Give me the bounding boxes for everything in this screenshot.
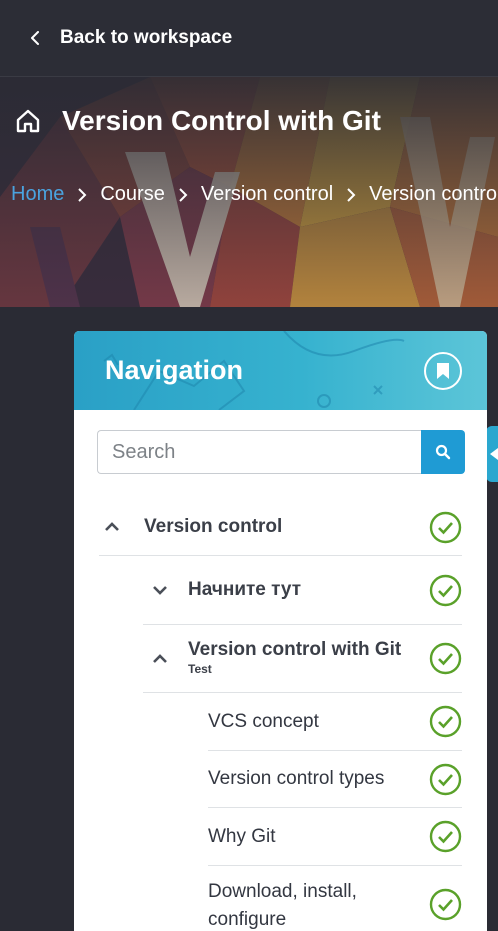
navigation-panel: Navigation Version control Начните тут V… (74, 331, 487, 931)
chevron-left-icon (31, 31, 39, 45)
nav-item-label: Начните тут (188, 579, 302, 600)
panel-collapse-tab[interactable] (486, 426, 498, 482)
search-input[interactable] (97, 430, 421, 474)
chevron-right-icon (347, 187, 356, 202)
bookmark-button[interactable] (424, 352, 462, 390)
search-button[interactable] (421, 430, 465, 474)
chevron-down-icon[interactable] (152, 585, 168, 597)
caret-left-icon (490, 448, 498, 460)
search-icon (435, 444, 451, 460)
nav-item-version-control[interactable]: Version control (99, 506, 462, 556)
back-to-workspace-link[interactable]: Back to workspace (60, 27, 232, 49)
nav-item-label: Version control with Git (188, 639, 402, 660)
completed-check-icon (429, 763, 462, 796)
nav-item-label: Download, install, configure (208, 881, 357, 930)
nav-item-why-git[interactable]: Why Git (208, 808, 462, 866)
chevron-up-icon[interactable] (152, 652, 168, 664)
navigation-header: Navigation (74, 331, 487, 410)
course-title: Version Control with Git (62, 105, 381, 136)
completed-check-icon (429, 642, 462, 675)
completed-check-icon (429, 574, 462, 607)
breadcrumb: Home Course Version control Version cont… (11, 183, 498, 206)
chevron-up-icon[interactable] (104, 520, 120, 532)
navigation-title: Navigation (105, 355, 244, 385)
home-icon[interactable] (14, 107, 42, 135)
nav-item-vcs-concept[interactable]: VCS concept (208, 693, 462, 751)
nav-item-version-control-types[interactable]: Version control types (208, 751, 462, 808)
breadcrumb-version-control[interactable]: Version control (201, 183, 333, 206)
nav-item-label: Version control (144, 516, 283, 537)
completed-check-icon (429, 511, 462, 544)
breadcrumb-course[interactable]: Course (100, 183, 164, 206)
nav-item-version-control-with-git[interactable]: Version control with Git Test (143, 625, 462, 693)
breadcrumb-current[interactable]: Version control (369, 183, 498, 206)
search-box (97, 430, 465, 474)
nav-item-label: VCS concept (208, 711, 319, 732)
breadcrumb-home[interactable]: Home (11, 183, 64, 206)
bookmark-icon (437, 363, 449, 379)
nav-item-label: Version control types (208, 768, 385, 789)
nav-item-label: Why Git (208, 826, 276, 847)
course-hero-banner: Version Control with Git Home Course Ver… (0, 77, 498, 307)
completed-check-icon (429, 705, 462, 738)
nav-item-start-here[interactable]: Начните тут (143, 556, 462, 625)
completed-check-icon (429, 888, 462, 921)
nav-item-subtitle: Test (188, 662, 212, 676)
nav-item-download-install-configure[interactable]: Download, install, configure (208, 866, 462, 931)
chevron-right-icon (179, 187, 188, 202)
completed-check-icon (429, 820, 462, 853)
back-to-workspace-bar[interactable]: Back to workspace (0, 0, 498, 77)
chevron-right-icon (78, 187, 87, 202)
